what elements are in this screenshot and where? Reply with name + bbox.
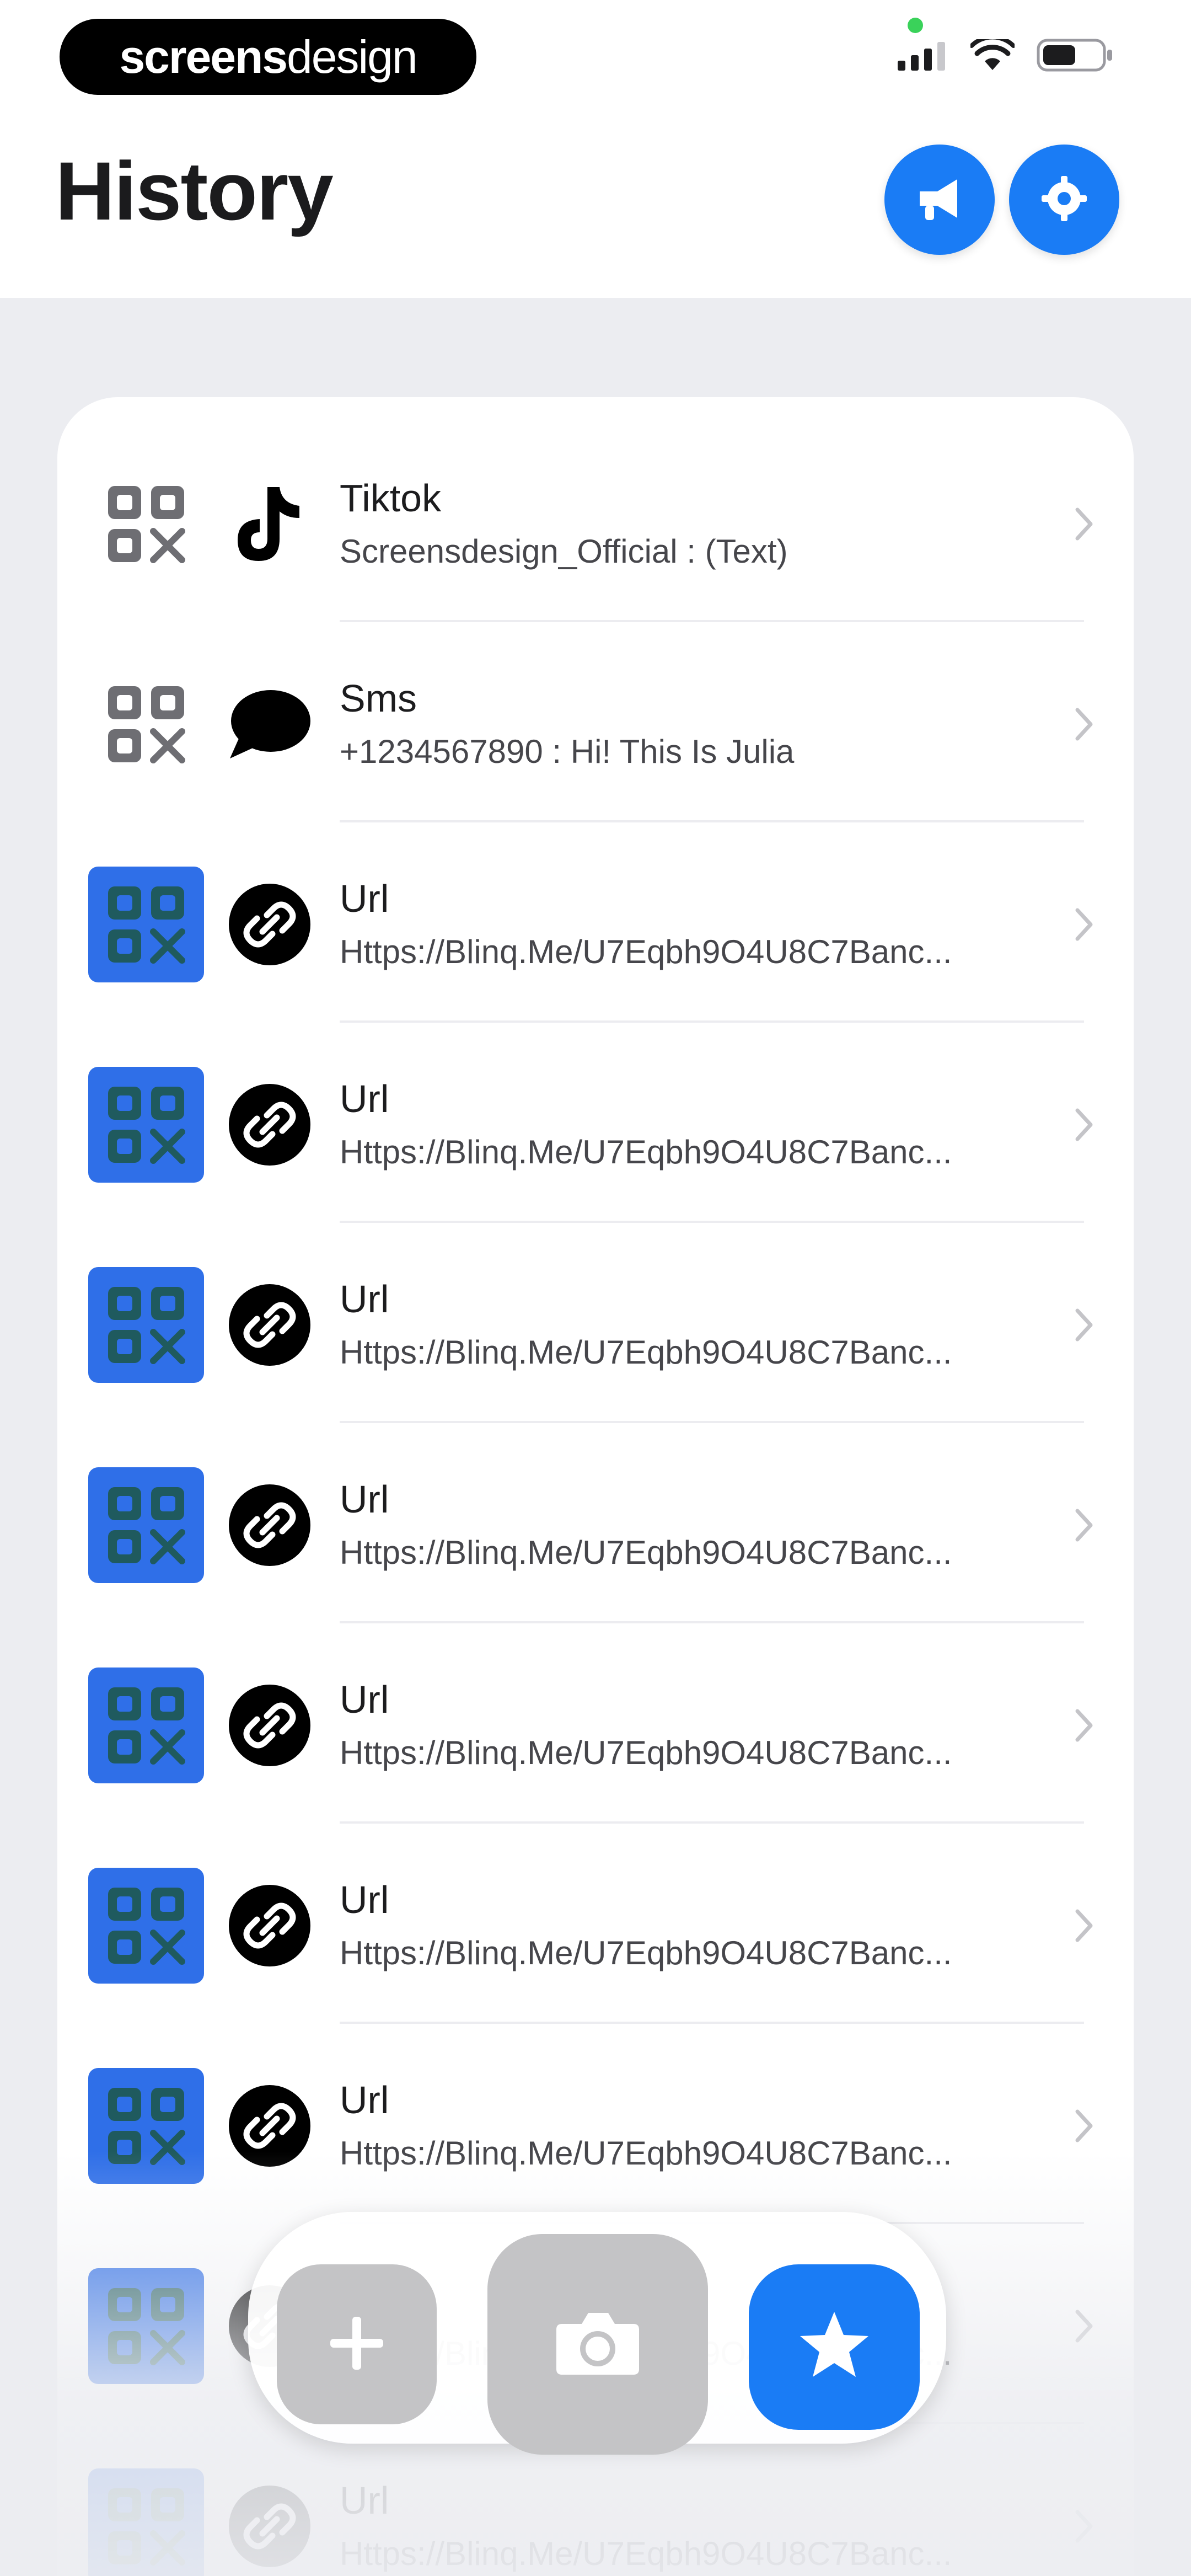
chevron-right-icon <box>1067 2507 1101 2546</box>
history-row-subtitle: Https://Blinq.Me/U7Eqbh9O4U8C7Banc... <box>340 1134 952 1171</box>
gear-icon <box>1039 174 1089 226</box>
chevron-right-icon <box>1067 2307 1101 2345</box>
history-row-title: Sms <box>340 677 417 720</box>
history-row-title: Url <box>340 1478 389 1521</box>
link-icon <box>226 1481 314 1569</box>
chevron-right-icon <box>1067 1506 1101 1544</box>
history-screen: screens design History Tiktok Screensdes… <box>0 0 1191 2576</box>
history-row[interactable]: Url Https://Blinq.Me/U7Eqbh9O4U8C7Banc... <box>57 2024 1134 2224</box>
qr-code-icon <box>88 1668 204 1783</box>
megaphone-icon <box>912 174 967 226</box>
chevron-right-icon <box>1067 2107 1101 2145</box>
history-row-subtitle: Https://Blinq.Me/U7Eqbh9O4U8C7Banc... <box>340 1534 952 1571</box>
link-icon <box>226 1681 314 1770</box>
qr-code-icon <box>88 2068 204 2184</box>
qr-code-icon <box>88 1267 204 1383</box>
scan-camera-button[interactable] <box>487 2234 708 2455</box>
history-row-title: Url <box>340 1077 389 1120</box>
battery-icon <box>1037 39 1114 74</box>
chevron-right-icon <box>1067 1706 1101 1745</box>
plus-icon <box>324 2310 390 2379</box>
history-row[interactable]: Url Https://Blinq.Me/U7Eqbh9O4U8C7Banc... <box>57 1023 1134 1223</box>
favorites-button[interactable] <box>749 2264 920 2430</box>
status-bar <box>898 35 1114 74</box>
link-icon <box>226 1281 314 1369</box>
qr-code-icon <box>88 466 204 582</box>
brand-bold: screens <box>119 30 288 83</box>
link-icon <box>226 1882 314 1970</box>
history-row-subtitle: Https://Blinq.Me/U7Eqbh9O4U8C7Banc... <box>340 2535 952 2572</box>
qr-code-icon <box>88 867 204 982</box>
history-row-subtitle: Https://Blinq.Me/U7Eqbh9O4U8C7Banc... <box>340 1934 952 1971</box>
history-row-title: Url <box>340 1878 389 1921</box>
history-row[interactable]: Url Https://Blinq.Me/U7Eqbh9O4U8C7Banc... <box>57 1423 1134 1623</box>
chevron-right-icon <box>1067 905 1101 944</box>
history-row[interactable]: Url Https://Blinq.Me/U7Eqbh9O4U8C7Banc... <box>57 822 1134 1023</box>
message-bubble-icon <box>226 680 314 768</box>
link-icon <box>226 1081 314 1169</box>
settings-button[interactable] <box>1009 145 1119 255</box>
add-button[interactable] <box>277 2264 437 2424</box>
chevron-right-icon <box>1067 505 1101 543</box>
privacy-indicator <box>908 18 923 33</box>
signal-icon <box>898 40 948 73</box>
history-row-subtitle: Https://Blinq.Me/U7Eqbh9O4U8C7Banc... <box>340 2135 952 2172</box>
history-row[interactable]: Url Https://Blinq.Me/U7Eqbh9O4U8C7Banc... <box>57 1623 1134 1824</box>
qr-code-icon <box>88 1467 204 1583</box>
history-row[interactable]: Tiktok Screensdesign_Official : (Text) <box>57 422 1134 622</box>
chevron-right-icon <box>1067 1105 1101 1144</box>
history-row[interactable]: Url Https://Blinq.Me/U7Eqbh9O4U8C7Banc... <box>57 1824 1134 2024</box>
history-row-subtitle: Https://Blinq.Me/U7Eqbh9O4U8C7Banc... <box>340 933 952 970</box>
qr-code-icon <box>88 1067 204 1183</box>
history-row-subtitle: +1234567890 : Hi! This Is Julia <box>340 733 795 770</box>
link-icon <box>226 880 314 969</box>
history-row-title: Url <box>340 2078 389 2121</box>
link-icon <box>226 2482 314 2570</box>
qr-code-icon <box>88 2268 204 2384</box>
link-icon <box>226 2082 314 2170</box>
history-row-subtitle: Https://Blinq.Me/U7Eqbh9O4U8C7Banc... <box>340 1734 952 1771</box>
history-row-title: Url <box>340 2479 389 2522</box>
bottom-toolbar <box>248 2212 946 2455</box>
camera-icon <box>551 2307 645 2382</box>
history-row-title: Url <box>340 1278 389 1321</box>
qr-code-icon <box>88 666 204 782</box>
chevron-right-icon <box>1067 1906 1101 1945</box>
chevron-right-icon <box>1067 1306 1101 1344</box>
brand-thin: design <box>287 30 418 83</box>
history-row-subtitle: Https://Blinq.Me/U7Eqbh9O4U8C7Banc... <box>340 1334 952 1371</box>
qr-code-icon <box>88 1868 204 1984</box>
qr-code-icon <box>88 2468 204 2576</box>
history-row[interactable]: Sms +1234567890 : Hi! This Is Julia <box>57 622 1134 822</box>
page-title: History <box>55 145 334 237</box>
chevron-right-icon <box>1067 705 1101 744</box>
history-row-title: Url <box>340 1678 389 1721</box>
tiktok-icon <box>226 480 314 568</box>
history-row-subtitle: Screensdesign_Official : (Text) <box>340 533 788 570</box>
brand-logo: screens design <box>60 19 476 95</box>
promo-button[interactable] <box>884 145 995 255</box>
history-row-title: Tiktok <box>340 477 442 520</box>
history-row[interactable]: Url Https://Blinq.Me/U7Eqbh9O4U8C7Banc... <box>57 1223 1134 1423</box>
header: screens design History <box>0 0 1191 298</box>
wifi-icon <box>969 35 1016 74</box>
history-row-title: Url <box>340 877 389 920</box>
star-icon <box>796 2308 873 2386</box>
